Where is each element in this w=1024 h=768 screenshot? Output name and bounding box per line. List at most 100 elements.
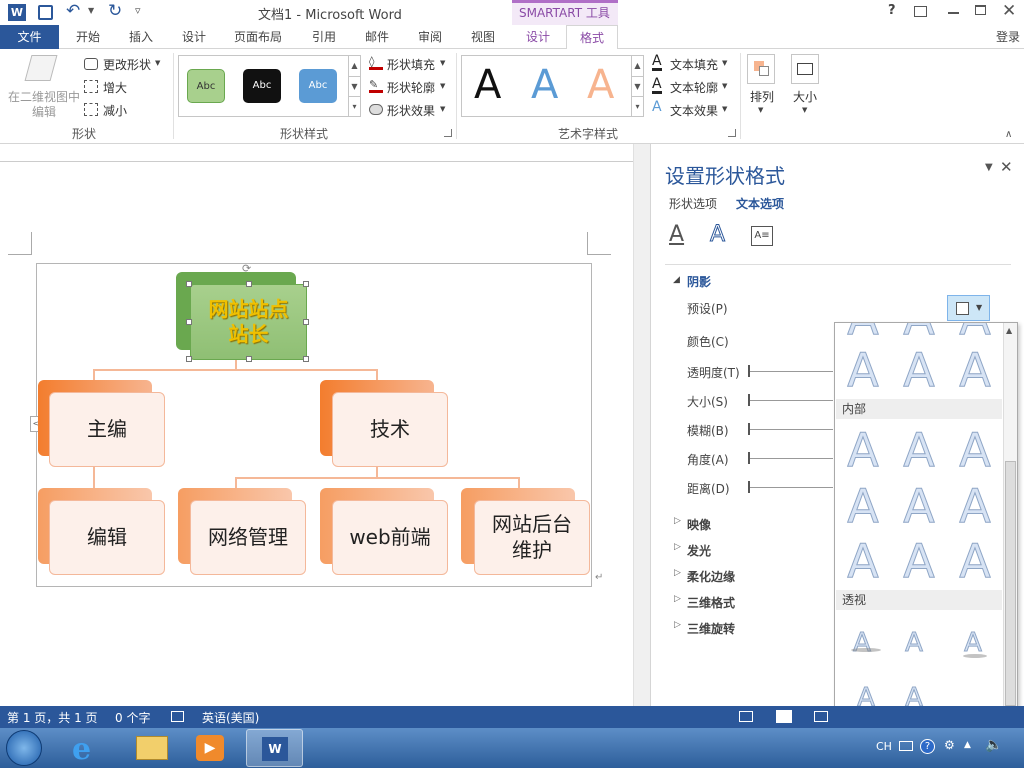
shape-fill-dropdown-icon[interactable]: ▼ (440, 59, 445, 67)
document-area[interactable]: < 网站站点站长 ⟳ 主编 技术 编辑 网络管理 web前端 网站后台维护 ↵ (0, 144, 650, 706)
shadow-preset-outer[interactable]: A (955, 345, 995, 396)
doc-scrollbar-track[interactable] (633, 144, 650, 706)
edit-in-2d-button[interactable]: 在二维视图中编辑 (6, 90, 82, 120)
pane-close-icon[interactable]: ✕ (1000, 158, 1013, 176)
shadow-preset-outer[interactable]: A (899, 323, 939, 344)
pane-options-dropdown-icon[interactable]: ▼ (985, 162, 993, 173)
node-network[interactable]: 网络管理 (190, 500, 306, 575)
shadow-preset-inner[interactable]: A (899, 536, 939, 587)
shadow-preset-inner[interactable]: A (955, 536, 995, 587)
smaller-button[interactable]: 减小 (103, 102, 127, 119)
shape-fill-button[interactable]: 形状填充 (387, 56, 435, 73)
shadow-preset-inner[interactable]: A (899, 481, 939, 532)
shadow-preset-outer[interactable]: A (843, 345, 883, 396)
arrange-dropdown-icon[interactable]: ▼ (758, 106, 763, 114)
text-effects-dropdown-icon[interactable]: ▼ (722, 105, 727, 113)
restore-button[interactable] (975, 5, 986, 15)
slider-thumb[interactable] (748, 481, 750, 493)
media-player-icon[interactable]: ▶ (196, 735, 224, 761)
tab-view[interactable]: 视图 (461, 25, 505, 49)
wordart-style-blue[interactable]: A (531, 62, 558, 108)
change-shape-dropdown-icon[interactable]: ▼ (155, 59, 160, 67)
shape-styles-dialog-launcher-icon[interactable] (444, 129, 452, 137)
shadow-preset-perspective[interactable]: A (899, 618, 929, 668)
word-count[interactable]: 0 个字 (115, 709, 150, 726)
show-hidden-icons[interactable]: ▲ (964, 740, 971, 750)
tab-references[interactable]: 引用 (302, 25, 346, 49)
volume-icon[interactable]: 🔈 (985, 737, 1002, 753)
tab-file[interactable]: 文件 (0, 25, 59, 49)
collapsed-icon[interactable]: ▷ (674, 542, 681, 552)
ribbon-display-options-icon[interactable] (914, 6, 927, 17)
resize-handle[interactable] (186, 319, 192, 325)
shadow-preset-perspective[interactable]: A (958, 618, 988, 668)
gallery-scroll-up[interactable]: ▲ (348, 56, 360, 76)
slider-thumb[interactable] (748, 365, 750, 377)
tab-home[interactable]: 开始 (66, 25, 110, 49)
shape-style-blue[interactable]: Abc (299, 69, 337, 103)
keyboard-icon[interactable] (899, 741, 913, 751)
text-fill-outline-icon[interactable]: A (669, 222, 684, 247)
transparency-slider[interactable] (748, 371, 833, 372)
slider-thumb[interactable] (748, 423, 750, 435)
reflection-section-header[interactable]: 映像 (687, 516, 711, 533)
shape-style-green[interactable]: Abc (187, 69, 225, 103)
shadow-preset-outer[interactable]: A (899, 345, 939, 396)
shape-style-black[interactable]: Abc (243, 69, 281, 103)
tab-shape-options[interactable]: 形状选项 (669, 195, 717, 212)
shape-outline-dropdown-icon[interactable]: ▼ (440, 82, 445, 90)
explorer-icon[interactable] (136, 736, 168, 760)
blur-slider[interactable] (748, 429, 833, 430)
close-button[interactable]: ✕ (1002, 1, 1016, 21)
redo-icon[interactable]: ↻ (108, 1, 122, 21)
wordart-scroll-down[interactable]: ▼ (631, 76, 643, 96)
shape-effects-button[interactable]: 形状效果 (387, 102, 435, 119)
larger-button[interactable]: 增大 (103, 79, 127, 96)
text-outline-dropdown-icon[interactable]: ▼ (722, 82, 727, 90)
wordart-more[interactable]: ▾ (631, 96, 643, 116)
minimize-button[interactable] (948, 12, 959, 14)
tray-settings-icon[interactable]: ⚙ (944, 738, 955, 752)
text-effects-tab-icon[interactable]: A (709, 222, 725, 248)
start-button[interactable] (6, 730, 42, 766)
undo-dropdown-icon[interactable]: ▼ (88, 6, 94, 15)
shadow-preset-inner[interactable]: A (843, 425, 883, 476)
shadow-preset-inner[interactable]: A (955, 425, 995, 476)
change-shape-button[interactable]: 更改形状 (103, 56, 151, 73)
resize-handle[interactable] (186, 281, 192, 287)
node-frontend[interactable]: web前端 (332, 500, 448, 575)
wordart-style-orange[interactable]: A (587, 62, 614, 108)
wordart-styles-gallery[interactable]: A A A ▲ ▼ ▾ (461, 55, 644, 117)
resize-handle[interactable] (303, 319, 309, 325)
resize-handle[interactable] (186, 356, 192, 362)
edit-in-2d-icon[interactable] (24, 55, 58, 81)
tab-layout[interactable]: 页面布局 (225, 25, 291, 49)
tab-text-options[interactable]: 文本选项 (736, 195, 784, 212)
shape-effects-dropdown-icon[interactable]: ▼ (440, 105, 445, 113)
3d-rotation-section-header[interactable]: 三维旋转 (687, 620, 735, 637)
qat-customize-icon[interactable]: ▿ (135, 4, 141, 17)
resize-handle[interactable] (246, 281, 252, 287)
shadow-presets-dropdown[interactable]: A A A A A A 内部 A A A A A A A A A 透视 A A … (834, 322, 1018, 724)
word-taskbar-button[interactable]: W (246, 729, 303, 767)
web-layout-icon[interactable] (814, 711, 828, 722)
shadow-preset-perspective[interactable]: A (847, 618, 877, 668)
help-button[interactable]: ? (888, 3, 896, 18)
node-tech[interactable]: 技术 (332, 392, 448, 467)
tab-insert[interactable]: 插入 (119, 25, 163, 49)
resize-handle[interactable] (303, 281, 309, 287)
shadow-preset-inner[interactable]: A (843, 536, 883, 587)
scroll-up-icon[interactable]: ▲ (1006, 326, 1012, 335)
text-fill-button[interactable]: 文本填充 (670, 56, 718, 73)
size-button[interactable]: 大小 (793, 88, 817, 105)
text-outline-button[interactable]: 文本轮廓 (670, 79, 718, 96)
page-indicator[interactable]: 第 1 页，共 1 页 (7, 709, 98, 726)
slider-thumb[interactable] (748, 394, 750, 406)
gallery-more[interactable]: ▾ (348, 96, 360, 116)
wordart-scroll-up[interactable]: ▲ (631, 56, 643, 76)
language-indicator[interactable]: 英语(美国) (202, 709, 259, 726)
distance-slider[interactable] (748, 487, 833, 488)
proofing-icon[interactable] (171, 711, 184, 722)
ime-indicator[interactable]: CH (876, 740, 892, 753)
text-fill-dropdown-icon[interactable]: ▼ (722, 59, 727, 67)
